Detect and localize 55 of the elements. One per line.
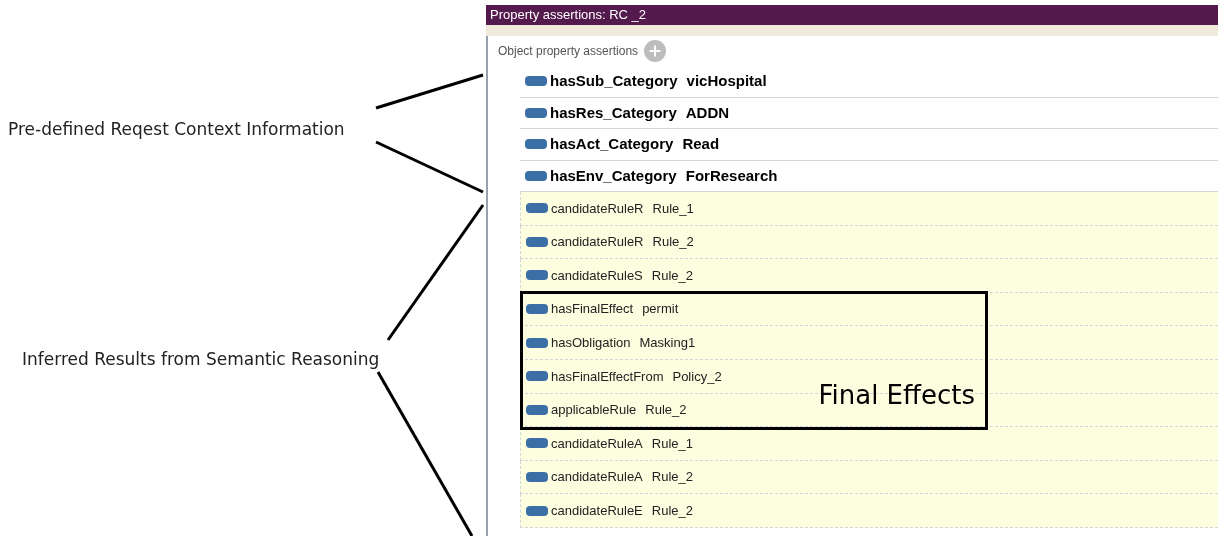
assertion-row[interactable]: candidateRuleR Rule_1 <box>520 192 1218 226</box>
property-name: hasFinalEffect <box>551 300 634 319</box>
property-icon <box>526 371 548 382</box>
property-icon <box>526 438 548 449</box>
property-icon <box>525 170 547 181</box>
panel-title: Property assertions: RC _2 <box>490 6 647 25</box>
assertion-row[interactable]: candidateRuleR Rule_2 <box>520 225 1218 260</box>
property-name: hasFinalEffectFrom <box>551 367 664 386</box>
property-icon <box>526 203 548 214</box>
assertion-row[interactable]: hasObligation Masking1 <box>520 326 1218 360</box>
assertion-row[interactable]: candidateRuleA Rule_1 <box>520 427 1218 461</box>
property-value: Rule_2 <box>651 501 693 520</box>
property-value: ForResearch <box>685 165 778 186</box>
property-value: Read <box>682 134 720 154</box>
property-name: hasEnv_Category <box>550 165 677 186</box>
property-icon <box>526 472 548 483</box>
property-value: Rule_1 <box>652 199 694 218</box>
annotation-label: Pre-defined Reqest Context Information <box>8 118 346 141</box>
property-value: Rule_2 <box>645 401 687 420</box>
property-value: Masking1 <box>639 333 696 352</box>
property-value: permit <box>642 300 679 319</box>
property-value: vicHospital <box>686 71 767 91</box>
section-label: Object property assertions <box>498 43 639 60</box>
property-name: applicableRule <box>551 401 637 420</box>
assertion-row[interactable]: candidateRuleS Rule_2 <box>520 259 1218 293</box>
assertion-row[interactable]: candidateRuleE Rule_2 <box>520 494 1218 528</box>
property-value: ADDN <box>685 102 730 123</box>
property-icon <box>526 404 548 415</box>
property-value: Policy_2 <box>672 367 722 386</box>
assertion-row[interactable]: candidateRuleA Rule_2 <box>520 460 1218 495</box>
property-icon <box>526 270 548 281</box>
property-icon <box>525 107 547 118</box>
property-value: Rule_1 <box>651 434 693 453</box>
assertion-row[interactable]: hasFinalEffect permit <box>520 292 1218 327</box>
property-icon <box>526 337 548 348</box>
property-icon <box>526 304 548 315</box>
property-value: Rule_2 <box>651 266 693 285</box>
property-name: candidateRuleR <box>551 199 644 218</box>
property-value: Rule_2 <box>651 468 693 487</box>
property-icon <box>525 76 547 87</box>
property-name: candidateRuleR <box>551 233 644 252</box>
property-name: candidateRuleA <box>551 434 643 453</box>
property-name: hasRes_Category <box>550 102 677 123</box>
add-button[interactable] <box>644 40 667 62</box>
property-name: hasObligation <box>551 333 631 352</box>
property-icon <box>525 139 547 150</box>
property-icon <box>526 236 548 247</box>
property-name: hasAct_Category <box>550 134 674 154</box>
property-name: candidateRuleA <box>551 468 643 487</box>
property-name: candidateRuleS <box>551 266 643 285</box>
annotation-label: Inferred Results from Semantic Reasoning <box>22 347 381 371</box>
property-name: hasSub_Category <box>550 71 678 91</box>
property-icon <box>526 505 548 516</box>
property-name: candidateRuleE <box>551 501 643 520</box>
property-value: Rule_2 <box>652 233 694 252</box>
